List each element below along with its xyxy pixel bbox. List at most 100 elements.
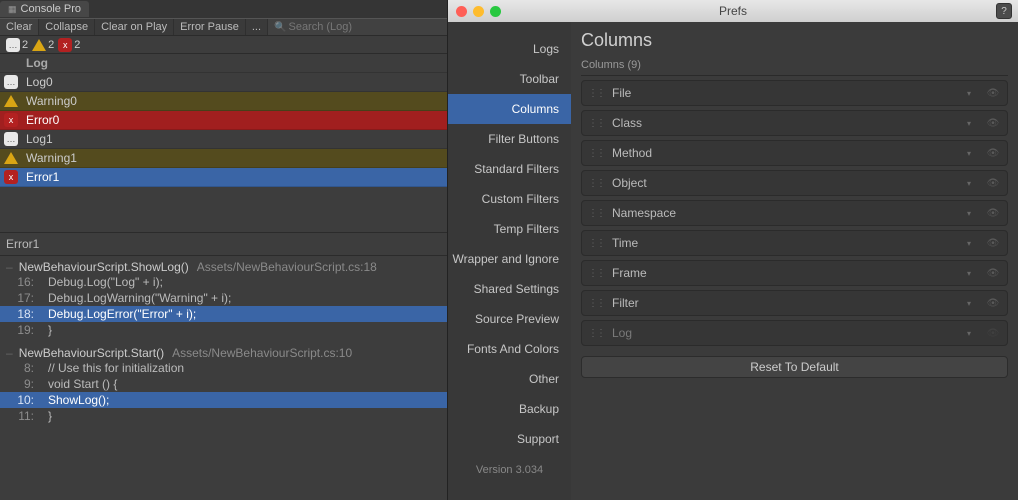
column-label: Namespace: [612, 206, 959, 220]
sidebar-item-columns[interactable]: Columns: [448, 94, 571, 124]
clear-on-play-button[interactable]: Clear on Play: [95, 19, 174, 35]
sidebar-item-toolbar[interactable]: Toolbar: [448, 64, 571, 94]
dropdown-icon[interactable]: ▾: [967, 329, 977, 338]
dropdown-icon[interactable]: ▾: [967, 179, 977, 188]
detail-title: Error1: [0, 233, 447, 256]
drag-handle-icon[interactable]: ⋮⋮: [588, 268, 604, 279]
code-line[interactable]: 8:// Use this for initialization: [0, 360, 447, 376]
log-row-label: Warning0: [26, 94, 77, 108]
search-input[interactable]: Search (Log): [274, 21, 352, 33]
help-button[interactable]: ?: [996, 3, 1012, 19]
sidebar-item-standard-filters[interactable]: Standard Filters: [448, 154, 571, 184]
sidebar-item-fonts-and-colors[interactable]: Fonts And Colors: [448, 334, 571, 364]
code-line[interactable]: 17:Debug.LogWarning("Warning" + i);: [0, 290, 447, 306]
stacktrace-detail: Error1 NewBehaviourScript.ShowLog()Asset…: [0, 232, 447, 500]
drag-handle-icon[interactable]: ⋮⋮: [588, 88, 604, 99]
log-row[interactable]: Warning0: [0, 92, 447, 111]
drag-handle-icon[interactable]: ⋮⋮: [588, 178, 604, 189]
column-row-log[interactable]: ⋮⋮Log▾👁: [581, 320, 1008, 346]
visibility-toggle-icon[interactable]: 👁: [985, 88, 1001, 99]
log-row-label: Error0: [26, 113, 59, 127]
prefs-titlebar[interactable]: Prefs ?: [448, 0, 1018, 22]
drag-handle-icon[interactable]: ⋮⋮: [588, 208, 604, 219]
log-icon: …: [4, 132, 18, 146]
error-pause-button[interactable]: Error Pause: [174, 19, 246, 35]
sidebar-item-wrapper-and-ignore[interactable]: Wrapper and Ignore: [448, 244, 571, 274]
stack-frame[interactable]: NewBehaviourScript.ShowLog()Assets/NewBe…: [0, 256, 447, 342]
drag-handle-icon[interactable]: ⋮⋮: [588, 238, 604, 249]
log-row[interactable]: …Log0: [0, 73, 447, 92]
sidebar-item-custom-filters[interactable]: Custom Filters: [448, 184, 571, 214]
sidebar-item-backup[interactable]: Backup: [448, 394, 571, 424]
frame-method: NewBehaviourScript.ShowLog(): [19, 260, 189, 274]
visibility-toggle-icon[interactable]: 👁: [985, 238, 1001, 249]
sidebar-item-filter-buttons[interactable]: Filter Buttons: [448, 124, 571, 154]
dropdown-icon[interactable]: ▾: [967, 89, 977, 98]
drag-handle-icon[interactable]: ⋮⋮: [588, 148, 604, 159]
code-line[interactable]: 11:}: [0, 408, 447, 424]
column-row-object[interactable]: ⋮⋮Object▾👁: [581, 170, 1008, 196]
sidebar-item-shared-settings[interactable]: Shared Settings: [448, 274, 571, 304]
sidebar-item-logs[interactable]: Logs: [448, 34, 571, 64]
line-number: 18:: [6, 307, 34, 321]
more-button[interactable]: ...: [246, 19, 268, 35]
code-line[interactable]: 19:}: [0, 322, 447, 338]
visibility-toggle-icon[interactable]: 👁: [985, 118, 1001, 129]
column-row-filter[interactable]: ⋮⋮ Filter ▾ 👁: [581, 290, 1008, 316]
err-count[interactable]: x2: [58, 38, 80, 52]
dropdown-icon[interactable]: ▾: [967, 239, 977, 248]
visibility-toggle-icon[interactable]: 👁: [985, 298, 1001, 309]
visibility-toggle-icon[interactable]: 👁: [985, 208, 1001, 219]
console-tab[interactable]: Console Pro: [0, 1, 89, 17]
log-row[interactable]: x Error0: [0, 111, 447, 130]
column-label: Frame: [612, 266, 959, 280]
log-row[interactable]: xError1: [0, 168, 447, 187]
visibility-toggle-icon[interactable]: 👁: [985, 328, 1001, 339]
code-line[interactable]: 9:void Start () {: [0, 376, 447, 392]
code-text: Debug.LogError("Error" + i);: [48, 307, 196, 321]
code-line[interactable]: 10: ShowLog();: [0, 392, 447, 408]
sidebar-item-source-preview[interactable]: Source Preview: [448, 304, 571, 334]
log-count[interactable]: …2: [6, 38, 28, 52]
column-row-method[interactable]: ⋮⋮Method▾👁: [581, 140, 1008, 166]
dropdown-icon[interactable]: ▾: [967, 119, 977, 128]
log-row[interactable]: Warning1: [0, 149, 447, 168]
code-line[interactable]: 18: Debug.LogError("Error" + i);: [0, 306, 447, 322]
line-number: 8:: [6, 361, 34, 375]
visibility-toggle-icon[interactable]: 👁: [985, 148, 1001, 159]
visibility-toggle-icon[interactable]: 👁: [985, 178, 1001, 189]
drag-handle-icon[interactable]: ⋮⋮: [588, 328, 604, 339]
drag-handle-icon[interactable]: ⋮⋮: [588, 298, 604, 309]
dropdown-icon[interactable]: ▾: [967, 209, 977, 218]
prefs-sidebar: LogsToolbarColumnsFilter ButtonsStandard…: [448, 22, 571, 500]
column-row-frame[interactable]: ⋮⋮ Frame ▾ 👁: [581, 260, 1008, 286]
log-icon: …: [4, 75, 18, 89]
code-line[interactable]: 16:Debug.Log("Log" + i);: [0, 274, 447, 290]
dropdown-icon[interactable]: ▾: [967, 269, 977, 278]
column-row-namespace[interactable]: ⋮⋮ Namespace ▾ 👁: [581, 200, 1008, 226]
column-label: Filter: [612, 296, 959, 310]
column-label: Time: [612, 236, 959, 250]
column-row-class[interactable]: ⋮⋮Class▾👁: [581, 110, 1008, 136]
drag-handle-icon[interactable]: ⋮⋮: [588, 118, 604, 129]
column-row-file[interactable]: ⋮⋮ File ▾ 👁: [581, 80, 1008, 106]
collapse-button[interactable]: Collapse: [39, 19, 95, 35]
reset-to-default-button[interactable]: Reset To Default: [581, 356, 1008, 378]
sidebar-item-temp-filters[interactable]: Temp Filters: [448, 214, 571, 244]
clear-button[interactable]: Clear: [0, 19, 39, 35]
window-tabbar: Console Pro: [0, 0, 447, 18]
sidebar-item-support[interactable]: Support: [448, 424, 571, 454]
dropdown-icon[interactable]: ▾: [967, 149, 977, 158]
column-header[interactable]: Log: [0, 54, 447, 73]
line-number: 9:: [6, 377, 34, 391]
warn-count[interactable]: 2: [32, 39, 54, 51]
visibility-toggle-icon[interactable]: 👁: [985, 268, 1001, 279]
dropdown-icon[interactable]: ▾: [967, 299, 977, 308]
sidebar-item-other[interactable]: Other: [448, 364, 571, 394]
column-label: File: [612, 86, 959, 100]
column-row-time[interactable]: ⋮⋮ Time ▾ 👁: [581, 230, 1008, 256]
log-row[interactable]: …Log1: [0, 130, 447, 149]
error-icon: x: [4, 113, 18, 127]
stack-frame[interactable]: NewBehaviourScript.Start()Assets/NewBeha…: [0, 342, 447, 428]
prefs-main: Columns Columns (9) ⋮⋮File▾👁⋮⋮Class▾👁⋮⋮M…: [571, 22, 1018, 500]
